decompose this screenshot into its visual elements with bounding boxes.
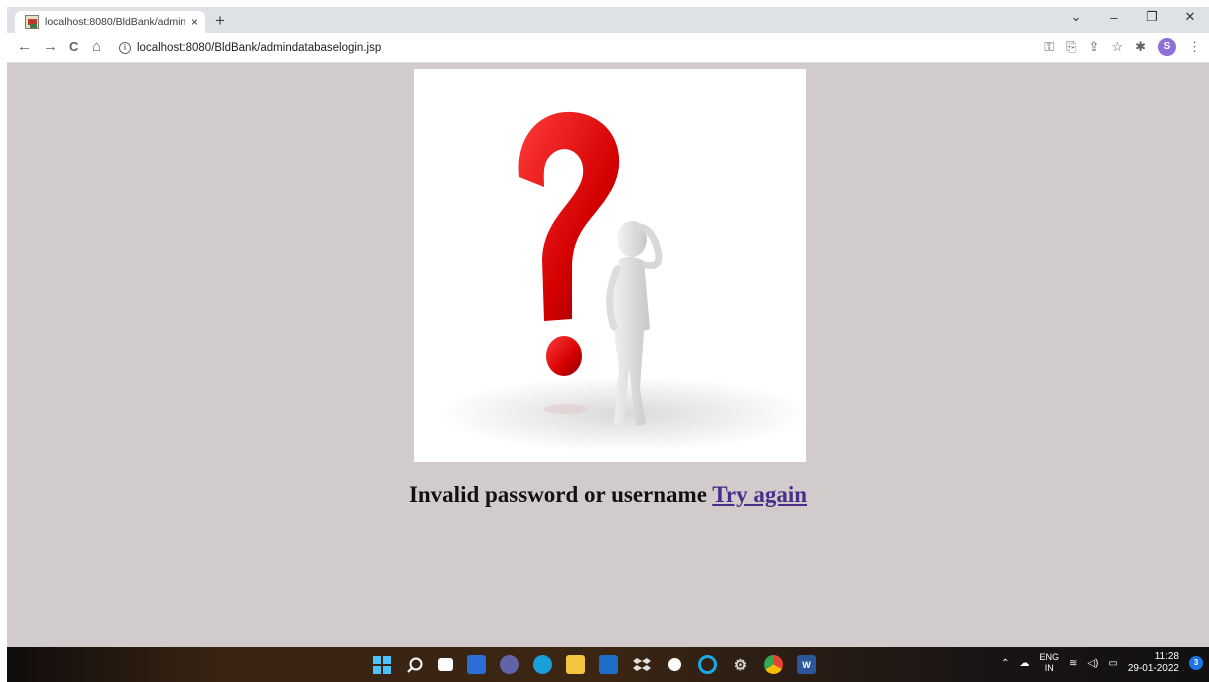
share-icon[interactable]: ⇪ (1089, 39, 1100, 55)
windows-start-icon[interactable] (372, 655, 391, 674)
page-viewport: Invalid password or username Try again (7, 63, 1209, 647)
close-window-button[interactable]: ✕ (1171, 9, 1209, 25)
mail-icon[interactable] (599, 655, 618, 674)
clock-date: 29-01-2022 (1127, 663, 1179, 674)
question-mark-hook (518, 111, 620, 321)
translate-icon[interactable]: ⎘ (1066, 39, 1076, 55)
question-mark-person-image (439, 111, 806, 452)
forward-button[interactable]: → (43, 39, 58, 55)
volume-icon[interactable]: ◁) (1087, 658, 1098, 669)
clock-time: 11:28 (1154, 651, 1179, 662)
address-bar[interactable]: i localhost:8080/BldBank/admindatabaselo… (119, 37, 1019, 59)
dropbox-icon[interactable] (632, 655, 651, 674)
taskbar-app-icons: ⚙ W (372, 655, 816, 674)
restore-button[interactable]: ❐ (1133, 9, 1171, 25)
tab-close-button[interactable]: × (191, 15, 198, 29)
bookmark-star-icon[interactable]: ☆ (1111, 39, 1123, 55)
windows-taskbar: ⚙ W ⌃ ☁ ENG IN ≋ ◁) ▭ 11:28 29-01-2022 3 (7, 647, 1209, 682)
battery-icon[interactable]: ▭ (1108, 658, 1117, 669)
browser-tab[interactable]: localhost:8080/BldBank/admind × (15, 11, 205, 33)
language-code: ENG (1039, 652, 1059, 662)
circle-app-icon[interactable] (665, 655, 684, 674)
profile-avatar[interactable]: S (1158, 38, 1176, 56)
language-indicator[interactable]: ENG IN (1039, 652, 1059, 674)
onedrive-cloud-icon[interactable]: ☁ (1019, 658, 1029, 669)
teams-chat-icon[interactable] (500, 655, 519, 674)
back-button[interactable]: ← (17, 39, 32, 55)
chrome-icon[interactable] (764, 655, 783, 674)
cortana-icon[interactable] (698, 655, 717, 674)
word-icon[interactable]: W (797, 655, 816, 674)
toolbar-actions: ⚿ ⎘ ⇪ ☆ ✱ S ⋮ (1044, 38, 1201, 56)
edge-icon[interactable] (533, 655, 552, 674)
file-explorer-icon[interactable] (566, 655, 585, 674)
menu-kebab-icon[interactable]: ⋮ (1188, 39, 1201, 55)
new-tab-button[interactable]: + (215, 12, 225, 30)
url-text: localhost:8080/BldBank/admindatabaselogi… (137, 42, 382, 54)
show-hidden-icons-chevron-icon[interactable]: ⌃ (1001, 658, 1009, 669)
search-icon[interactable] (405, 655, 424, 674)
password-key-icon[interactable]: ⚿ (1044, 39, 1054, 55)
notification-badge[interactable]: 3 (1189, 656, 1203, 670)
question-mark-illustration (414, 69, 806, 462)
browser-toolbar: ← → C ⌂ i localhost:8080/BldBank/adminda… (7, 33, 1209, 63)
favicon-icon (25, 15, 39, 29)
tab-search-dropdown-button[interactable]: ⌄ (1057, 9, 1095, 25)
extensions-puzzle-icon[interactable]: ✱ (1135, 39, 1146, 55)
task-view-icon[interactable] (438, 658, 453, 671)
minimize-button[interactable]: – (1095, 10, 1133, 25)
question-mark-dot (546, 336, 582, 376)
region-code: IN (1044, 663, 1054, 673)
screen: localhost:8080/BldBank/admind × + ⌄ – ❐ … (0, 0, 1209, 682)
browser-tab-strip: localhost:8080/BldBank/admind × + ⌄ – ❐ … (7, 7, 1209, 33)
reload-button[interactable]: C (69, 39, 78, 55)
system-tray: ⌃ ☁ ENG IN ≋ ◁) ▭ 11:28 29-01-2022 3 (1001, 651, 1203, 675)
home-button[interactable]: ⌂ (92, 39, 101, 55)
clock[interactable]: 11:28 29-01-2022 (1128, 651, 1179, 675)
site-info-icon[interactable]: i (119, 42, 131, 54)
widgets-icon[interactable] (467, 655, 486, 674)
try-again-link[interactable]: Try again (712, 482, 807, 507)
error-message: Invalid password or username Try again (7, 482, 1209, 508)
window-controls: ⌄ – ❐ ✕ (1057, 9, 1209, 25)
wifi-icon[interactable]: ≋ (1069, 658, 1077, 669)
tab-title: localhost:8080/BldBank/admind (45, 16, 185, 28)
settings-gear-icon[interactable]: ⚙ (731, 655, 750, 674)
error-text: Invalid password or username (408, 482, 707, 507)
